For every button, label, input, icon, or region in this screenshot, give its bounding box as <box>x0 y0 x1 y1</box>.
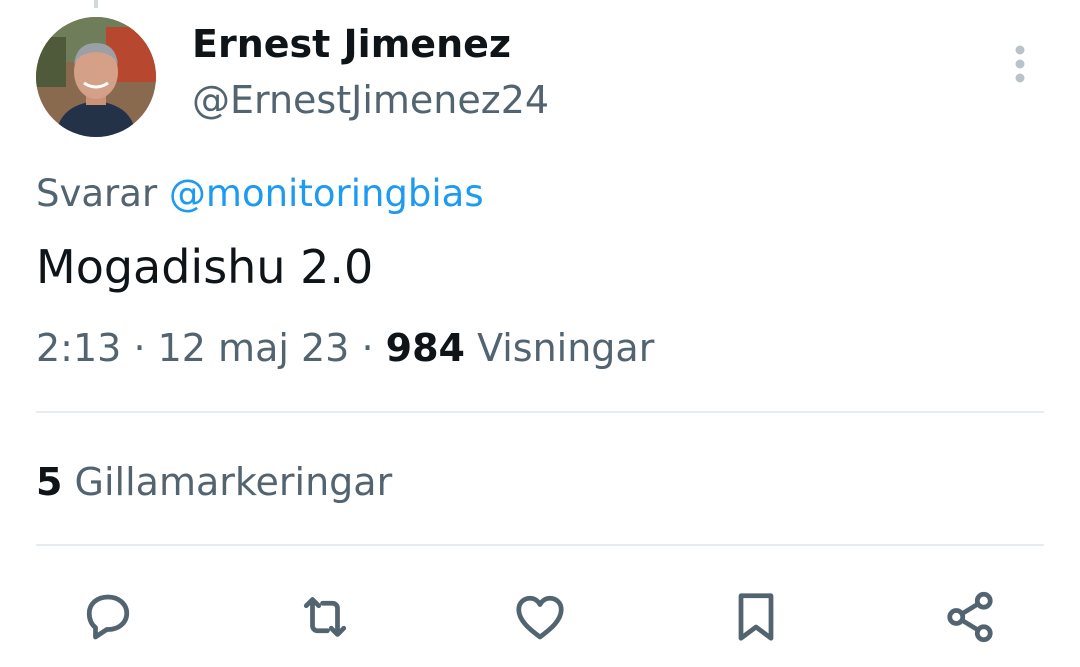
heart-icon <box>516 595 564 640</box>
meta-separator: · <box>133 326 146 370</box>
likes-stat[interactable]: 5 Gillamarkeringar <box>36 460 392 504</box>
tweet-meta: 2:13 · 12 maj 23 · 984 Visningar <box>36 326 654 370</box>
vertical-ellipsis-icon <box>1015 45 1025 83</box>
divider <box>36 544 1044 546</box>
bookmark-icon <box>738 593 774 641</box>
author-handle[interactable]: @ErnestJimenez24 <box>192 78 549 122</box>
author-display-name[interactable]: Ernest Jimenez <box>192 22 511 66</box>
profile-photo-icon <box>36 17 156 137</box>
divider <box>36 411 1044 413</box>
avatar[interactable] <box>36 17 156 137</box>
views-label: Visningar <box>477 326 655 370</box>
share-button[interactable] <box>938 585 1002 649</box>
reply-mention-link[interactable]: @monitoringbias <box>169 172 484 215</box>
share-nodes-icon <box>947 591 993 643</box>
reply-context: Svarar @monitoringbias <box>36 172 484 215</box>
thread-connector-line <box>94 0 98 8</box>
reply-button[interactable] <box>76 585 140 649</box>
tweet-text: Mogadishu 2.0 <box>36 240 374 294</box>
tweet-date[interactable]: 12 maj 23 <box>158 326 350 370</box>
retweet-button[interactable] <box>293 585 357 649</box>
meta-separator: · <box>361 326 374 370</box>
likes-count: 5 <box>36 460 63 504</box>
reply-prefix: Svarar <box>36 172 158 215</box>
bookmark-button[interactable] <box>724 585 788 649</box>
tweet-time[interactable]: 2:13 <box>36 326 121 370</box>
likes-label: Gillamarkeringar <box>74 460 393 504</box>
more-options-button[interactable] <box>1000 40 1040 88</box>
retweet-arrows-icon <box>303 597 347 637</box>
speech-bubble-icon <box>86 594 130 640</box>
views-count: 984 <box>385 326 465 370</box>
like-button[interactable] <box>508 585 572 649</box>
